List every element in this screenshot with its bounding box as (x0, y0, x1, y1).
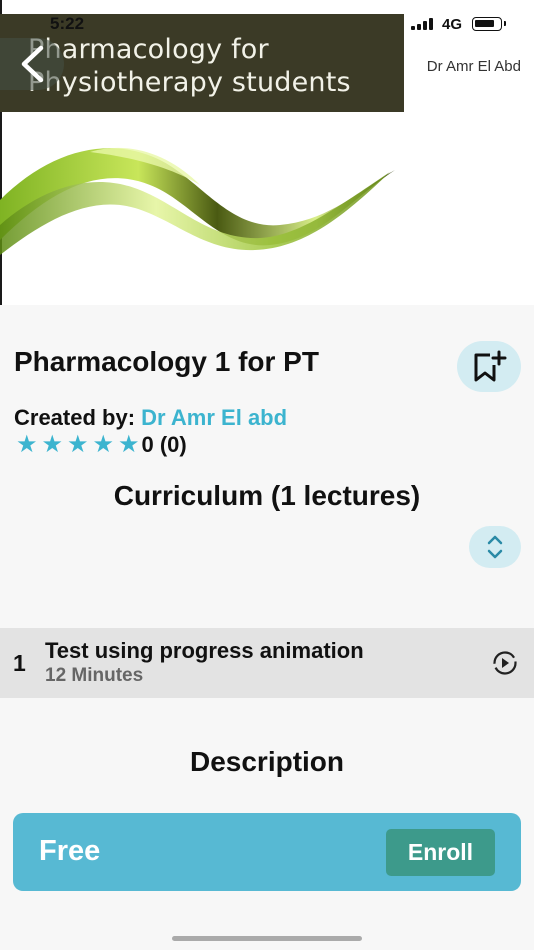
network-type: 4G (442, 16, 463, 33)
description-heading: Description (189, 746, 345, 777)
lecture-title: Test using progress animation (45, 638, 364, 663)
battery-icon (472, 17, 506, 31)
home-indicator[interactable] (172, 936, 362, 941)
lecture-duration: 12 Minutes (45, 665, 144, 686)
curriculum-heading: Curriculum (1 lectures) (113, 480, 421, 511)
cellular-signal-icon (411, 18, 437, 30)
star-icon: ★ (41, 431, 63, 458)
star-icon: ★ (15, 431, 38, 458)
expand-collapse-button[interactable] (469, 526, 521, 568)
star-icon: ★ (92, 431, 114, 458)
created-by: Created by: Dr Amr El abd (14, 405, 287, 431)
chevron-left-icon (21, 45, 44, 83)
star-icon: ★ (66, 431, 89, 458)
lecture-index: 1 (13, 650, 26, 676)
status-time: 5:22 (50, 14, 85, 33)
play-circle-icon[interactable] (491, 651, 519, 675)
star-icon: ★ (117, 431, 140, 458)
course-hero-image: Pharmacology for Physiotherapy students … (0, 0, 534, 305)
enroll-bar: Free Enroll (13, 813, 521, 891)
green-swirl-graphic (0, 147, 395, 255)
status-bar: 5:22 4G (0, 0, 534, 40)
rating-text: 0 (0) (141, 432, 187, 457)
add-bookmark-button[interactable] (457, 341, 521, 392)
lecture-row[interactable]: 1 Test using progress animation 12 Minut… (0, 628, 534, 698)
bookmark-add-icon (474, 350, 507, 381)
course-rating: ★ ★ ★ ★ ★ 0 (0) (14, 432, 187, 458)
course-title: Pharmacology 1 for PT (14, 346, 319, 377)
enroll-button[interactable]: Enroll (386, 829, 495, 876)
chevron-up-down-icon (487, 535, 503, 559)
course-price: Free (39, 835, 101, 867)
instructor-link[interactable]: Dr Amr El abd (141, 405, 287, 430)
created-by-label: Created by: (14, 405, 136, 430)
hero-author: Dr Amr El Abd (426, 58, 521, 75)
back-button[interactable] (0, 38, 64, 90)
hero-title-line-2: Physiotherapy students (28, 67, 351, 98)
rating-stars: ★ ★ ★ ★ ★ (14, 432, 142, 458)
